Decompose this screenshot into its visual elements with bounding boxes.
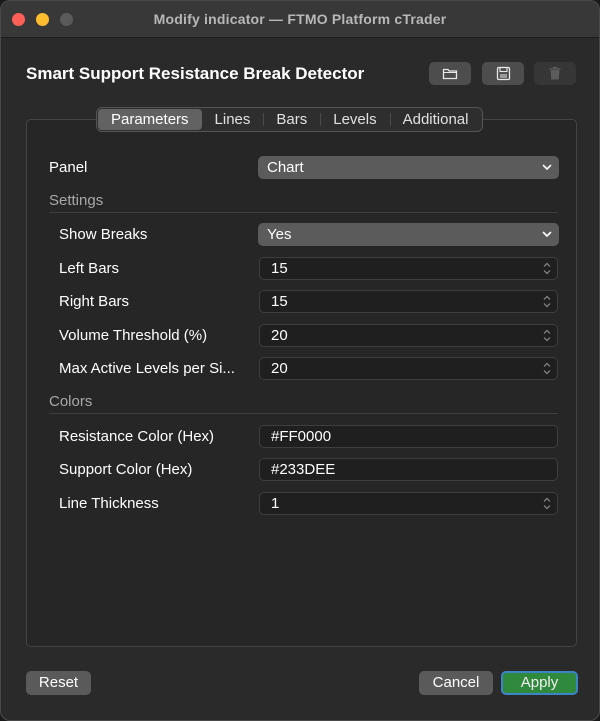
floppy-disk-icon bbox=[496, 66, 510, 81]
settings-section-label: Settings bbox=[49, 192, 104, 209]
right-bars-value: 15 bbox=[271, 293, 288, 310]
cancel-button[interactable]: Cancel bbox=[419, 671, 493, 695]
volume-threshold-stepper[interactable]: 20 bbox=[259, 324, 558, 347]
panel-label: Panel bbox=[49, 159, 88, 176]
modify-indicator-window: Modify indicator — FTMO Platform cTrader… bbox=[0, 0, 600, 721]
support-color-label: Support Color (Hex) bbox=[59, 461, 193, 478]
volume-threshold-value: 20 bbox=[271, 327, 288, 344]
stepper-arrows-icon[interactable] bbox=[543, 361, 551, 382]
stepper-arrows-icon[interactable] bbox=[543, 328, 551, 349]
trash-icon bbox=[549, 66, 561, 80]
tab-levels[interactable]: Levels bbox=[320, 109, 389, 130]
delete-template-button[interactable] bbox=[534, 62, 576, 85]
show-breaks-label: Show Breaks bbox=[59, 226, 148, 243]
line-thickness-value: 1 bbox=[271, 495, 280, 512]
show-breaks-value: Yes bbox=[267, 226, 292, 243]
panel-select[interactable]: Chart bbox=[258, 156, 559, 179]
resistance-color-value: #FF0000 bbox=[271, 428, 332, 445]
resistance-color-label: Resistance Color (Hex) bbox=[59, 428, 215, 445]
right-bars-label: Right Bars bbox=[59, 293, 130, 310]
line-thickness-label: Line Thickness bbox=[59, 495, 159, 512]
left-bars-stepper[interactable]: 15 bbox=[259, 257, 558, 280]
folder-icon bbox=[442, 68, 458, 80]
max-active-levels-value: 20 bbox=[271, 360, 288, 377]
chevron-down-icon bbox=[542, 156, 552, 186]
max-active-levels-label: Max Active Levels per Si... bbox=[59, 360, 235, 377]
window-title: Modify indicator — FTMO Platform cTrader bbox=[153, 11, 447, 27]
tab-lines[interactable]: Lines bbox=[202, 109, 264, 130]
stepper-arrows-icon[interactable] bbox=[543, 294, 551, 315]
apply-button[interactable]: Apply bbox=[501, 671, 578, 695]
colors-divider bbox=[49, 413, 558, 414]
open-template-button[interactable] bbox=[429, 62, 471, 85]
left-bars-value: 15 bbox=[271, 260, 288, 277]
colors-section-label: Colors bbox=[49, 393, 93, 410]
support-color-value: #233DEE bbox=[271, 461, 336, 478]
reset-button[interactable]: Reset bbox=[26, 671, 91, 695]
stepper-arrows-icon[interactable] bbox=[543, 496, 551, 517]
show-breaks-select[interactable]: Yes bbox=[258, 223, 559, 246]
settings-divider bbox=[49, 212, 558, 213]
indicator-name: Smart Support Resistance Break Detector bbox=[26, 64, 365, 83]
tab-parameters[interactable]: Parameters bbox=[98, 109, 202, 130]
save-template-button[interactable] bbox=[482, 62, 524, 85]
right-bars-stepper[interactable]: 15 bbox=[259, 290, 558, 313]
resistance-color-input[interactable]: #FF0000 bbox=[259, 425, 558, 448]
tab-additional[interactable]: Additional bbox=[389, 109, 482, 130]
panel-select-value: Chart bbox=[267, 159, 304, 176]
support-color-input[interactable]: #233DEE bbox=[259, 458, 558, 481]
stepper-arrows-icon[interactable] bbox=[543, 261, 551, 282]
tab-bars[interactable]: Bars bbox=[263, 109, 320, 130]
title-bar[interactable]: Modify indicator — FTMO Platform cTrader bbox=[1, 1, 599, 38]
chevron-down-icon bbox=[542, 223, 552, 253]
volume-threshold-label: Volume Threshold (%) bbox=[59, 327, 208, 344]
left-bars-label: Left Bars bbox=[59, 260, 120, 277]
max-active-levels-stepper[interactable]: 20 bbox=[259, 357, 558, 380]
parameters-panel bbox=[26, 119, 577, 647]
tab-bar: Parameters Lines Bars Levels Additional bbox=[96, 107, 484, 132]
line-thickness-stepper[interactable]: 1 bbox=[259, 492, 558, 515]
